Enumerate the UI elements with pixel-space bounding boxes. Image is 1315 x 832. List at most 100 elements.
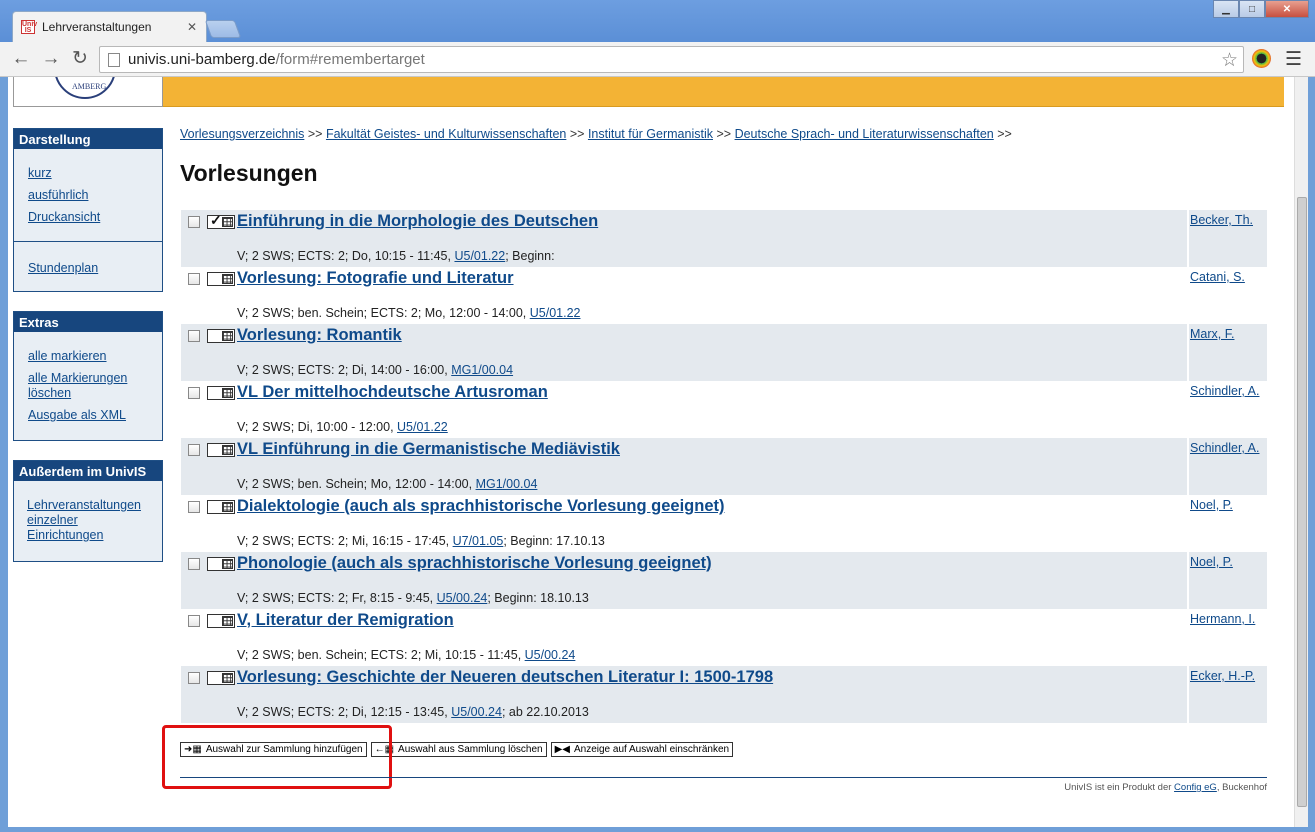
- breadcrumb-item[interactable]: Fakultät Geistes- und Kulturwissenschaft…: [326, 127, 566, 141]
- course-details: V; 2 SWS; ben. Schein; ECTS: 2; Mi, 10:1…: [237, 648, 576, 662]
- lecturer-link[interactable]: Schindler, A.: [1190, 441, 1260, 455]
- browser-toolbar: ← → ↻ univis.uni-bamberg.de/form#remembe…: [0, 42, 1315, 77]
- lecturer-link[interactable]: Noel, P.: [1190, 498, 1233, 512]
- link-kurz[interactable]: kurz: [28, 166, 162, 181]
- select-checkbox[interactable]: [188, 387, 200, 399]
- calendar-icon[interactable]: [207, 614, 235, 628]
- browser-tab[interactable]: Univ IS Lehrveranstaltungen ✕: [12, 11, 207, 42]
- link-lehrveranstaltungen-einrichtungen[interactable]: Lehrveranstaltungen einzelner Einrichtun…: [27, 498, 147, 543]
- select-checkbox[interactable]: [188, 558, 200, 570]
- calendar-icon[interactable]: [207, 329, 235, 343]
- restrict-display-button[interactable]: ▶◀ Anzeige auf Auswahl einschränken: [550, 742, 734, 757]
- room-link[interactable]: U5/01.22: [530, 306, 581, 320]
- room-link[interactable]: U5/00.24: [525, 648, 576, 662]
- course-title-link[interactable]: Vorlesung: Fotografie und Literatur: [237, 269, 514, 288]
- maximize-button[interactable]: □: [1239, 0, 1265, 18]
- room-link[interactable]: U5/01.22: [397, 420, 448, 434]
- course-title-link[interactable]: Phonologie (auch als sprachhistorische V…: [237, 554, 712, 573]
- breadcrumb-item[interactable]: Institut für Germanistik: [588, 127, 713, 141]
- course-row: ✓ Einführung in die Morphologie des Deuts…: [181, 210, 1267, 267]
- menu-icon[interactable]: ☰: [1285, 48, 1302, 71]
- room-link[interactable]: U5/00.24: [451, 705, 502, 719]
- filter-icon: ▶◀: [554, 744, 570, 755]
- back-icon[interactable]: ←: [9, 48, 33, 70]
- scrollbar-thumb[interactable]: [1297, 197, 1307, 807]
- breadcrumb-item[interactable]: Deutsche Sprach- und Literaturwissenscha…: [735, 127, 994, 141]
- close-window-button[interactable]: ✕: [1265, 0, 1309, 18]
- room-link[interactable]: MG1/00.04: [451, 363, 513, 377]
- calendar-icon[interactable]: [207, 443, 235, 457]
- checkmark-icon: ✓: [210, 212, 222, 228]
- link-ausgabe-xml[interactable]: Ausgabe als XML: [28, 408, 154, 423]
- extension-icon[interactable]: [1252, 49, 1271, 68]
- footer: UnivIS ist ein Produkt der Config eG, Bu…: [1064, 782, 1267, 793]
- room-link[interactable]: U7/01.05: [453, 534, 504, 548]
- course-title-link[interactable]: VL Der mittelhochdeutsche Artusroman: [237, 383, 548, 402]
- university-logo: AMBERG: [13, 77, 163, 107]
- course-title-link[interactable]: Vorlesung: Geschichte der Neueren deutsc…: [237, 668, 773, 687]
- room-link[interactable]: U5/01.22: [454, 249, 505, 263]
- breadcrumb-item[interactable]: Vorlesungsverzeichnis: [180, 127, 304, 141]
- lecturer-link[interactable]: Marx, F.: [1190, 327, 1234, 341]
- config-link[interactable]: Config eG: [1174, 782, 1217, 793]
- link-ausfuehrlich[interactable]: ausführlich: [28, 188, 162, 203]
- course-row: VL Einführung in die Germanistische Medi…: [181, 438, 1267, 495]
- calendar-icon[interactable]: [207, 557, 235, 571]
- select-checkbox[interactable]: [188, 273, 200, 285]
- room-link[interactable]: MG1/00.04: [476, 477, 538, 491]
- lecturer-link[interactable]: Hermann, I.: [1190, 612, 1255, 626]
- tab-close-icon[interactable]: ✕: [187, 20, 197, 34]
- lecturer-link[interactable]: Noel, P.: [1190, 555, 1233, 569]
- select-checkbox[interactable]: [188, 444, 200, 456]
- course-row: V, Literatur der Remigration V; 2 SWS; be…: [181, 609, 1267, 666]
- lecturer-link[interactable]: Schindler, A.: [1190, 384, 1260, 398]
- link-stundenplan[interactable]: Stundenplan: [28, 261, 162, 276]
- new-tab-button[interactable]: [204, 20, 242, 38]
- course-title-link[interactable]: V, Literatur der Remigration: [237, 611, 454, 630]
- select-checkbox[interactable]: [188, 615, 200, 627]
- breadcrumb: Vorlesungsverzeichnis >> Fakultät Geiste…: [180, 127, 1012, 141]
- lecturer-link[interactable]: Ecker, H.-P.: [1190, 669, 1255, 683]
- room-link[interactable]: U5/00.24: [437, 591, 488, 605]
- minimize-button[interactable]: ▁: [1213, 0, 1239, 18]
- select-checkbox[interactable]: [188, 672, 200, 684]
- calendar-icon[interactable]: [207, 272, 235, 286]
- course-details: V; 2 SWS; ECTS: 2; Mi, 16:15 - 17:45, U7…: [237, 534, 605, 548]
- course-title-link[interactable]: Einführung in die Morphologie des Deutsc…: [237, 212, 598, 231]
- page-viewport: AMBERG Darstellung kurz ausführlich Druc…: [8, 77, 1294, 827]
- header-banner: [163, 77, 1284, 107]
- sidebar-ausserdem: Außerdem im UnivIS Lehrveranstaltungen e…: [13, 460, 163, 562]
- footer-divider: [180, 777, 1267, 778]
- univis-favicon-icon: Univ IS: [21, 20, 38, 34]
- calendar-icon[interactable]: ✓: [207, 212, 235, 229]
- course-title-link[interactable]: VL Einführung in die Germanistische Medi…: [237, 440, 620, 459]
- course-details: V; 2 SWS; ECTS: 2; Di, 12:15 - 13:45, U5…: [237, 705, 589, 719]
- link-alle-markieren[interactable]: alle markieren: [28, 349, 154, 364]
- calendar-icon[interactable]: [207, 500, 235, 514]
- address-bar[interactable]: univis.uni-bamberg.de/form#remembertarge…: [99, 46, 1244, 73]
- sidebar-heading: Darstellung: [14, 129, 162, 149]
- page-icon: [108, 52, 120, 67]
- lecturer-link[interactable]: Becker, Th.: [1190, 213, 1253, 227]
- link-markierungen-loeschen[interactable]: alle Markierungen löschen: [28, 371, 138, 401]
- course-row: Vorlesung: Geschichte der Neueren deutsc…: [181, 666, 1267, 723]
- vertical-scrollbar[interactable]: [1294, 77, 1308, 827]
- bookmark-star-icon[interactable]: ☆: [1221, 49, 1238, 72]
- calendar-icon[interactable]: [207, 386, 235, 400]
- course-row: VL Der mittelhochdeutsche Artusroman V; 2…: [181, 381, 1267, 438]
- course-row: Vorlesung: Fotografie und Literatur V; 2 …: [181, 267, 1267, 324]
- calendar-icon[interactable]: [207, 671, 235, 685]
- course-title-link[interactable]: Dialektologie (auch als sprachhistorisch…: [237, 497, 724, 516]
- link-druckansicht[interactable]: Druckansicht: [28, 210, 162, 225]
- url-text: univis.uni-bamberg.de/form#remembertarge…: [128, 51, 425, 68]
- select-checkbox[interactable]: [188, 330, 200, 342]
- select-checkbox[interactable]: [188, 501, 200, 513]
- page-title: Vorlesungen: [180, 160, 318, 186]
- reload-icon[interactable]: ↻: [68, 48, 92, 70]
- remove-from-collection-button[interactable]: ←▦ Auswahl aus Sammlung löschen: [370, 742, 547, 757]
- select-checkbox[interactable]: [188, 216, 200, 228]
- sidebar-extras: Extras alle markieren alle Markierungen …: [13, 311, 163, 441]
- lecturer-link[interactable]: Catani, S.: [1190, 270, 1245, 284]
- forward-icon[interactable]: →: [39, 48, 63, 70]
- course-title-link[interactable]: Vorlesung: Romantik: [237, 326, 402, 345]
